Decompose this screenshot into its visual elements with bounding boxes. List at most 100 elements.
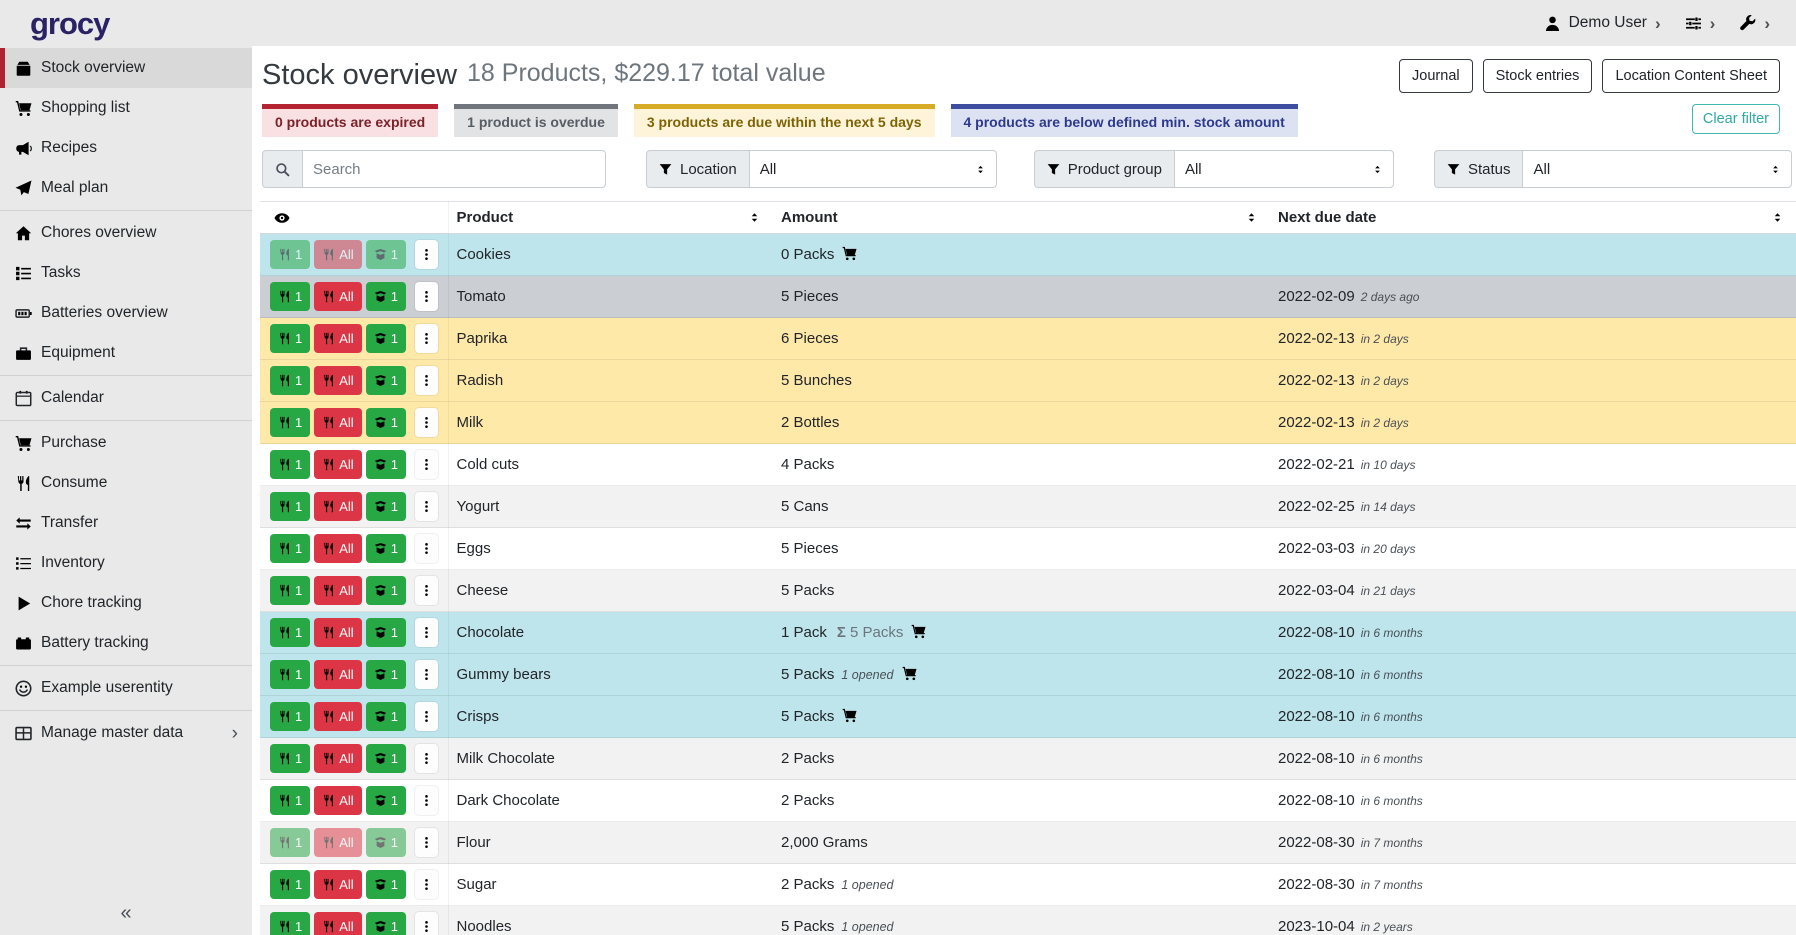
row-menu-button[interactable] [415, 618, 438, 647]
row-menu-button[interactable] [415, 828, 438, 857]
row-menu-button[interactable] [415, 240, 438, 269]
sidebar-item-equipment[interactable]: Equipment [0, 333, 252, 373]
consume-all-button[interactable]: All [314, 744, 361, 773]
search-input[interactable] [302, 150, 606, 188]
journal-button[interactable]: Journal [1399, 59, 1473, 93]
consume-all-button[interactable]: All [314, 912, 361, 935]
open-one-button[interactable]: 1 [366, 450, 406, 479]
row-menu-button[interactable] [415, 534, 438, 563]
row-menu-button[interactable] [415, 576, 438, 605]
sidebar-item-example-userentity[interactable]: Example userentity [0, 668, 252, 708]
row-menu-button[interactable] [415, 912, 438, 935]
sidebar-item-shopping-list[interactable]: Shopping list [0, 88, 252, 128]
open-one-button[interactable]: 1 [366, 618, 406, 647]
row-menu-button[interactable] [415, 492, 438, 521]
consume-one-button[interactable]: 1 [270, 366, 310, 395]
sidebar-item-transfer[interactable]: Transfer [0, 503, 252, 543]
sidebar-item-chores-overview[interactable]: Chores overview [0, 213, 252, 253]
status-chip-overdue[interactable]: 1 product is overdue [454, 104, 618, 137]
sidebar-item-stock-overview[interactable]: Stock overview [0, 48, 252, 88]
consume-all-button[interactable]: All [314, 534, 361, 563]
view-settings-menu[interactable]: › [1685, 15, 1716, 32]
sidebar-item-tasks[interactable]: Tasks [0, 253, 252, 293]
consume-all-button[interactable]: All [314, 450, 361, 479]
app-logo[interactable]: grocy [30, 8, 109, 39]
location-content-sheet-button[interactable]: Location Content Sheet [1602, 59, 1780, 93]
open-one-button[interactable]: 1 [366, 534, 406, 563]
consume-one-button[interactable]: 1 [270, 870, 310, 899]
open-one-button[interactable]: 1 [366, 576, 406, 605]
open-one-button[interactable]: 1 [366, 828, 406, 857]
consume-all-button[interactable]: All [314, 240, 361, 269]
row-menu-button[interactable] [415, 324, 438, 353]
consume-one-button[interactable]: 1 [270, 408, 310, 437]
location-select[interactable]: All [749, 150, 997, 188]
status-chip-due-soon[interactable]: 3 products are due within the next 5 day… [634, 104, 935, 137]
sidebar-item-battery-tracking[interactable]: Battery tracking [0, 623, 252, 663]
consume-one-button[interactable]: 1 [270, 912, 310, 935]
status-select[interactable]: All [1522, 150, 1792, 188]
open-one-button[interactable]: 1 [366, 366, 406, 395]
consume-one-button[interactable]: 1 [270, 450, 310, 479]
product-group-select[interactable]: All [1174, 150, 1394, 188]
consume-one-button[interactable]: 1 [270, 534, 310, 563]
consume-all-button[interactable]: All [314, 324, 361, 353]
consume-all-button[interactable]: All [314, 282, 361, 311]
status-chip-expired[interactable]: 0 products are expired [262, 104, 438, 137]
consume-all-button[interactable]: All [314, 870, 361, 899]
open-one-button[interactable]: 1 [366, 492, 406, 521]
consume-all-button[interactable]: All [314, 492, 361, 521]
status-chip-below-min-stock[interactable]: 4 products are below defined min. stock … [951, 104, 1298, 137]
consume-all-button[interactable]: All [314, 828, 361, 857]
consume-one-button[interactable]: 1 [270, 828, 310, 857]
open-one-button[interactable]: 1 [366, 702, 406, 731]
consume-one-button[interactable]: 1 [270, 282, 310, 311]
consume-one-button[interactable]: 1 [270, 702, 310, 731]
row-menu-button[interactable] [415, 282, 438, 311]
column-header-next-due-date[interactable]: Next due date [1270, 202, 1796, 234]
row-menu-button[interactable] [415, 408, 438, 437]
consume-all-button[interactable]: All [314, 660, 361, 689]
clear-filter-button[interactable]: Clear filter [1692, 104, 1780, 134]
open-one-button[interactable]: 1 [366, 912, 406, 935]
consume-one-button[interactable]: 1 [270, 618, 310, 647]
consume-all-button[interactable]: All [314, 576, 361, 605]
consume-one-button[interactable]: 1 [270, 786, 310, 815]
consume-one-button[interactable]: 1 [270, 576, 310, 605]
row-menu-button[interactable] [415, 870, 438, 899]
consume-all-button[interactable]: All [314, 618, 361, 647]
consume-all-button[interactable]: All [314, 786, 361, 815]
open-one-button[interactable]: 1 [366, 786, 406, 815]
sidebar-item-meal-plan[interactable]: Meal plan [0, 168, 252, 208]
sidebar-item-manage-master-data[interactable]: Manage master data› [0, 713, 252, 753]
row-menu-button[interactable] [415, 366, 438, 395]
sidebar-item-recipes[interactable]: Recipes [0, 128, 252, 168]
consume-all-button[interactable]: All [314, 408, 361, 437]
sidebar-item-calendar[interactable]: Calendar [0, 378, 252, 418]
open-one-button[interactable]: 1 [366, 744, 406, 773]
row-menu-button[interactable] [415, 702, 438, 731]
row-menu-button[interactable] [415, 786, 438, 815]
open-one-button[interactable]: 1 [366, 240, 406, 269]
sidebar-item-purchase[interactable]: Purchase [0, 423, 252, 463]
stock-entries-button[interactable]: Stock entries [1483, 59, 1593, 93]
sidebar-item-batteries-overview[interactable]: Batteries overview [0, 293, 252, 333]
row-menu-button[interactable] [415, 744, 438, 773]
column-header-amount[interactable]: Amount [773, 202, 1270, 234]
consume-one-button[interactable]: 1 [270, 324, 310, 353]
sidebar-item-inventory[interactable]: Inventory [0, 543, 252, 583]
sidebar-item-chore-tracking[interactable]: Chore tracking [0, 583, 252, 623]
consume-one-button[interactable]: 1 [270, 492, 310, 521]
user-menu[interactable]: Demo User › [1544, 14, 1661, 32]
consume-all-button[interactable]: All [314, 702, 361, 731]
tools-menu[interactable]: › [1739, 15, 1770, 32]
open-one-button[interactable]: 1 [366, 282, 406, 311]
row-menu-button[interactable] [415, 660, 438, 689]
row-menu-button[interactable] [415, 450, 438, 479]
consume-one-button[interactable]: 1 [270, 744, 310, 773]
consume-one-button[interactable]: 1 [270, 240, 310, 269]
open-one-button[interactable]: 1 [366, 324, 406, 353]
open-one-button[interactable]: 1 [366, 660, 406, 689]
open-one-button[interactable]: 1 [366, 870, 406, 899]
sidebar-item-consume[interactable]: Consume [0, 463, 252, 503]
